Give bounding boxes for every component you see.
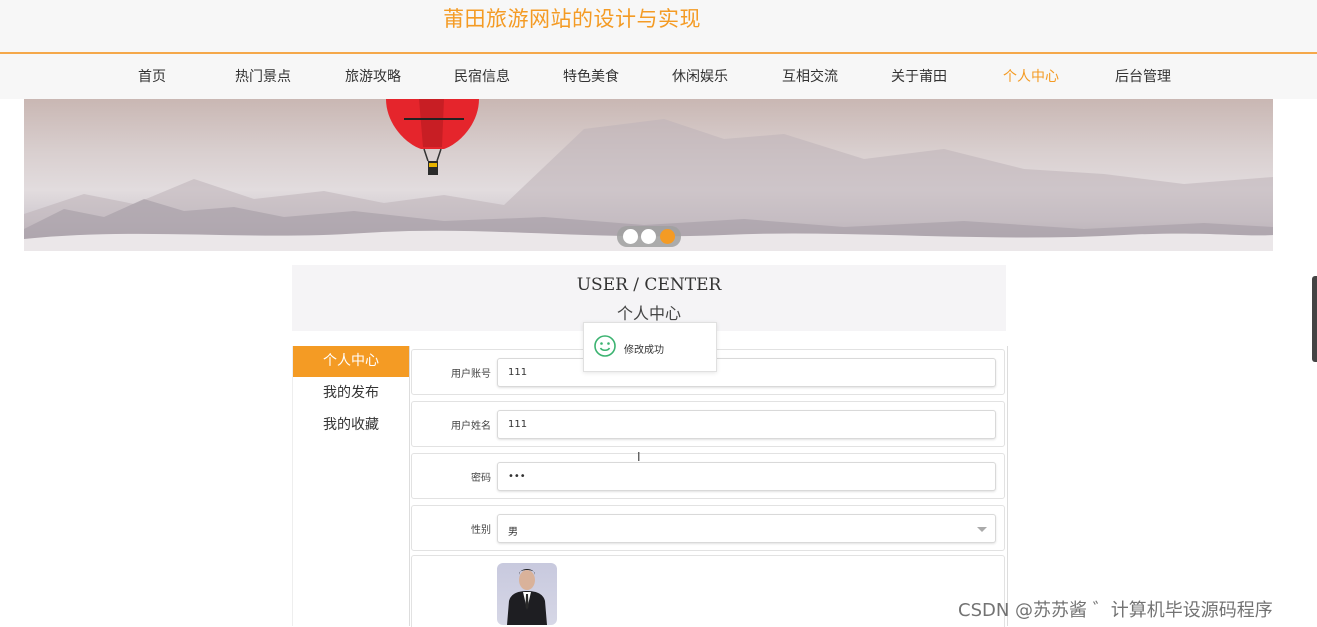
password-value: ••• — [508, 471, 526, 482]
balloon-icon — [386, 99, 479, 175]
form-row-gender: 性别 男 — [411, 505, 1005, 551]
carousel-indicators — [617, 226, 681, 247]
nav-item-home[interactable]: 首页 — [138, 66, 166, 86]
sidebar-item-profile[interactable]: 个人中心 — [293, 346, 409, 377]
form-row-avatar — [411, 555, 1005, 627]
nav-item-food[interactable]: 特色美食 — [563, 66, 619, 86]
chevron-down-icon — [977, 527, 987, 532]
form-row-password: 密码 ••• — [411, 453, 1005, 499]
success-toast: 修改成功 — [583, 322, 717, 372]
toast-message: 修改成功 — [624, 345, 664, 356]
site-header: 莆田旅游网站的设计与实现 — [0, 0, 1317, 54]
nav-item-forum[interactable]: 互相交流 — [782, 66, 838, 86]
nav-item-leisure[interactable]: 休闲娱乐 — [672, 66, 728, 86]
smile-icon — [594, 335, 616, 357]
main-nav: 首页 热门景点 旅游攻略 民宿信息 特色美食 休闲娱乐 互相交流 关于莆田 个人… — [0, 54, 1317, 99]
password-label: 密码 — [471, 473, 491, 484]
avatar-image — [507, 569, 547, 625]
gender-select[interactable]: 男 — [497, 514, 996, 543]
user-center-title-en: USER / CENTER — [576, 275, 722, 295]
name-value: 111 — [508, 419, 528, 430]
sidebar-item-my-posts[interactable]: 我的发布 — [293, 378, 409, 409]
account-input[interactable]: 111 — [497, 358, 996, 387]
text-cursor-icon: I — [637, 450, 641, 464]
nav-item-guides[interactable]: 旅游攻略 — [345, 66, 401, 86]
carousel-dot-2[interactable] — [641, 229, 656, 244]
gender-label: 性别 — [471, 525, 491, 536]
carousel-dot-3[interactable] — [660, 229, 675, 244]
nav-item-homestay[interactable]: 民宿信息 — [454, 66, 510, 86]
nav-item-attractions[interactable]: 热门景点 — [235, 66, 291, 86]
side-panel-handle[interactable] — [1312, 276, 1317, 362]
gender-value: 男 — [508, 527, 518, 538]
sidebar-item-favorites[interactable]: 我的收藏 — [293, 410, 409, 441]
site-title: 莆田旅游网站的设计与实现 — [443, 7, 701, 31]
user-sidebar: 个人中心 我的发布 我的收藏 — [292, 346, 409, 626]
nav-item-user-center[interactable]: 个人中心 — [1003, 66, 1059, 86]
nav-item-admin[interactable]: 后台管理 — [1115, 66, 1171, 86]
name-input[interactable]: 111 — [497, 410, 996, 439]
name-label: 用户姓名 — [451, 421, 491, 432]
form-row-name: 用户姓名 111 — [411, 401, 1005, 447]
account-value: 111 — [508, 367, 528, 378]
avatar[interactable] — [497, 563, 557, 625]
nav-item-about[interactable]: 关于莆田 — [891, 66, 947, 86]
account-label: 用户账号 — [451, 369, 491, 380]
password-input[interactable]: ••• — [497, 462, 996, 491]
watermark: CSDN @苏苏酱 ゛计算机毕设源码程序 — [958, 600, 1273, 621]
carousel-dot-1[interactable] — [623, 229, 638, 244]
user-center-title-cn: 个人中心 — [616, 304, 681, 323]
